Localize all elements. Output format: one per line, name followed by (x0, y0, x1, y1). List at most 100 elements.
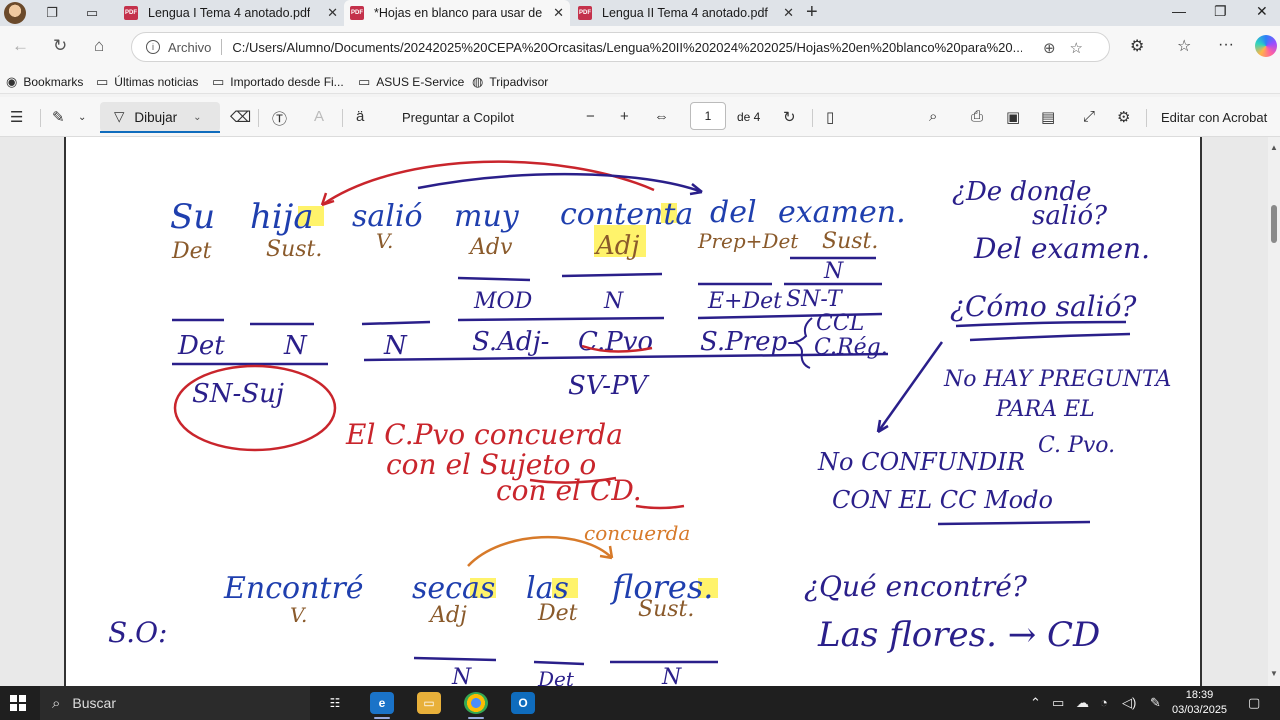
close-tab-icon[interactable]: ✕ (553, 5, 564, 21)
category-label: Prep+Det (697, 229, 799, 253)
divider (1146, 109, 1147, 127)
clock-time: 18:39 (1185, 689, 1214, 701)
underline (937, 520, 1091, 526)
scroll-up-icon[interactable]: ▲ (1270, 143, 1278, 152)
function-label: N (823, 259, 844, 284)
rotate-icon[interactable]: ↻ (783, 108, 796, 126)
scheme-label: Archivo (168, 39, 212, 55)
bookmark-item[interactable]: ◉ Bookmarks (6, 74, 83, 90)
bookmarks-bar: ◉ Bookmarks ▭ Últimas noticias ▭ Importado … (0, 68, 1280, 94)
note-line: El C.Pvo concuerda (345, 418, 623, 451)
sentence1-word: hija (250, 197, 314, 237)
favorites-icon[interactable]: ☆ (1177, 36, 1191, 56)
refresh-icon[interactable]: ↻ (53, 36, 67, 56)
bookmark-label: ASUS E-Service (376, 75, 465, 89)
eraser-icon[interactable]: ⌫ (230, 108, 251, 126)
category-label: Det (171, 239, 212, 264)
read-aloud-icon[interactable]: ä (356, 108, 364, 125)
file-explorer-icon[interactable]: ▭ (417, 692, 441, 714)
tab-lengua-i[interactable]: PDF Lengua I Tema 4 anotado.pdf ✕ (118, 0, 344, 26)
save-icon[interactable]: ▣ (1006, 108, 1020, 126)
ask-copilot-button[interactable]: Preguntar a Copilot (402, 110, 514, 125)
category-label: Adv (468, 235, 513, 260)
page-number-input[interactable]: 1 (690, 102, 726, 130)
workspaces-icon[interactable]: ❐ (41, 3, 63, 23)
fullscreen-icon[interactable]: ⤢ (1083, 108, 1095, 125)
show-hidden-icons-icon[interactable]: ⌃ (1030, 695, 1041, 711)
home-icon[interactable]: ⌂ (94, 36, 104, 56)
warning-text: CON EL CC Modo (832, 486, 1053, 514)
bookmark-item[interactable]: ▭ ASUS E-Service (358, 74, 464, 90)
settings-gear-icon[interactable]: ⚙ (1117, 108, 1130, 126)
analysis-line (533, 660, 585, 666)
sentence1-word: Su (170, 197, 215, 237)
close-tab-icon[interactable]: ✕ (783, 5, 794, 21)
restore-icon[interactable]: ❐ (1214, 3, 1227, 20)
highlight-dropdown-icon[interactable]: ⌄ (78, 112, 86, 123)
edit-with-acrobat-button[interactable]: Editar con Acrobat (1161, 110, 1267, 125)
pen-icon[interactable]: ✎ (1150, 695, 1161, 711)
pdf-icon: PDF (350, 6, 364, 20)
print-icon[interactable]: ⎙ (971, 108, 983, 125)
cloud-icon[interactable]: ☁ (1076, 695, 1089, 711)
copilot-icon[interactable] (1255, 35, 1277, 57)
more-icon[interactable]: ··· (1218, 36, 1234, 54)
new-tab-icon[interactable]: + (806, 1, 818, 24)
scroll-down-icon[interactable]: ▼ (1270, 669, 1278, 678)
taskbar: ⌕ Buscar ☷ e ▭ O ⌃ ▭ ☁ ◔ ◁) ✎ 18:39 03/0… (0, 686, 1280, 720)
page-view-icon[interactable]: ▯ (826, 108, 834, 126)
scrollbar[interactable] (1268, 137, 1280, 686)
function-label: SV-PV (568, 371, 649, 401)
close-window-icon[interactable]: ✕ (1256, 3, 1268, 20)
scrollbar-thumb[interactable] (1271, 205, 1277, 243)
battery-icon[interactable]: ▭ (1052, 695, 1064, 711)
zoom-and-favorite-icons[interactable]: ⊕☆ (1043, 39, 1097, 57)
back-icon[interactable]: ← (12, 36, 29, 56)
wifi-icon[interactable]: ◔ (1100, 695, 1108, 710)
save-as-icon[interactable]: ▤ (1041, 108, 1055, 126)
bookmark-item[interactable]: ▭ Importado desde Fi... (212, 74, 344, 90)
volume-icon[interactable]: ◁) (1122, 695, 1136, 711)
tab-lengua-ii[interactable]: PDF Lengua II Tema 4 anotado.pdf ✕ (572, 0, 800, 26)
divider (40, 109, 41, 127)
function-label: MOD (473, 289, 533, 314)
bookmark-item[interactable]: ◍ Tripadvisor (472, 74, 548, 90)
zoom-out-icon[interactable]: − (586, 108, 595, 125)
pdf-viewer[interactable]: Su hija salió muy contenta del examen. D… (0, 137, 1280, 686)
edge-icon[interactable]: e (370, 692, 394, 714)
globe-icon: ◍ (472, 74, 484, 89)
bookmark-item[interactable]: ▭ Últimas noticias (96, 74, 198, 90)
minimize-icon[interactable]: — (1172, 3, 1186, 19)
taskbar-search[interactable]: ⌕ Buscar (40, 686, 310, 720)
system-clock[interactable]: 18:39 03/03/2025 (1172, 688, 1227, 718)
pdf-page[interactable]: Su hija salió muy contenta del examen. D… (64, 137, 1202, 686)
tab-actions-icon[interactable]: ▭ (81, 3, 103, 23)
close-tab-icon[interactable]: ✕ (327, 5, 338, 21)
highlight-icon[interactable]: ✎ (52, 108, 65, 126)
search-icon[interactable]: ⌕ (929, 108, 937, 125)
url-text[interactable]: C:/Users/Alumno/Documents/20242025%20CEP… (232, 40, 1022, 55)
notifications-icon[interactable]: ▢ (1248, 695, 1260, 711)
profile-avatar[interactable] (4, 2, 26, 24)
question-text: ¿Qué encontré? (804, 570, 1028, 603)
tab-hojas-en-blanco[interactable]: PDF *Hojas en blanco para usar de piz ✕ (344, 0, 570, 26)
search-icon: ⌕ (52, 694, 61, 712)
function-label: N (283, 331, 308, 361)
function-label: CCL (816, 311, 864, 336)
chrome-icon[interactable] (464, 692, 488, 714)
chevron-down-icon[interactable]: ⌄ (193, 112, 201, 123)
windows-start-icon[interactable] (10, 695, 26, 711)
fit-page-icon[interactable]: ⇔ (654, 108, 669, 125)
extensions-icon[interactable]: ⚙ (1130, 36, 1144, 56)
sentence1-word: contenta (560, 197, 693, 232)
answer-text: No HAY PREGUNTA (943, 367, 1171, 392)
contents-icon[interactable]: ☰ (10, 108, 23, 126)
text-box-icon[interactable]: Ⓣ (272, 108, 287, 129)
task-view-icon[interactable]: ☷ (323, 692, 347, 714)
draw-button[interactable]: ▽ Dibujar ⌄ (100, 102, 220, 132)
address-bar[interactable]: i Archivo C:/Users/Alumno/Documents/2024… (131, 32, 1110, 62)
info-icon[interactable]: i (146, 40, 160, 54)
divider (221, 39, 223, 55)
outlook-icon[interactable]: O (511, 692, 535, 714)
zoom-in-icon[interactable]: + (620, 108, 629, 125)
